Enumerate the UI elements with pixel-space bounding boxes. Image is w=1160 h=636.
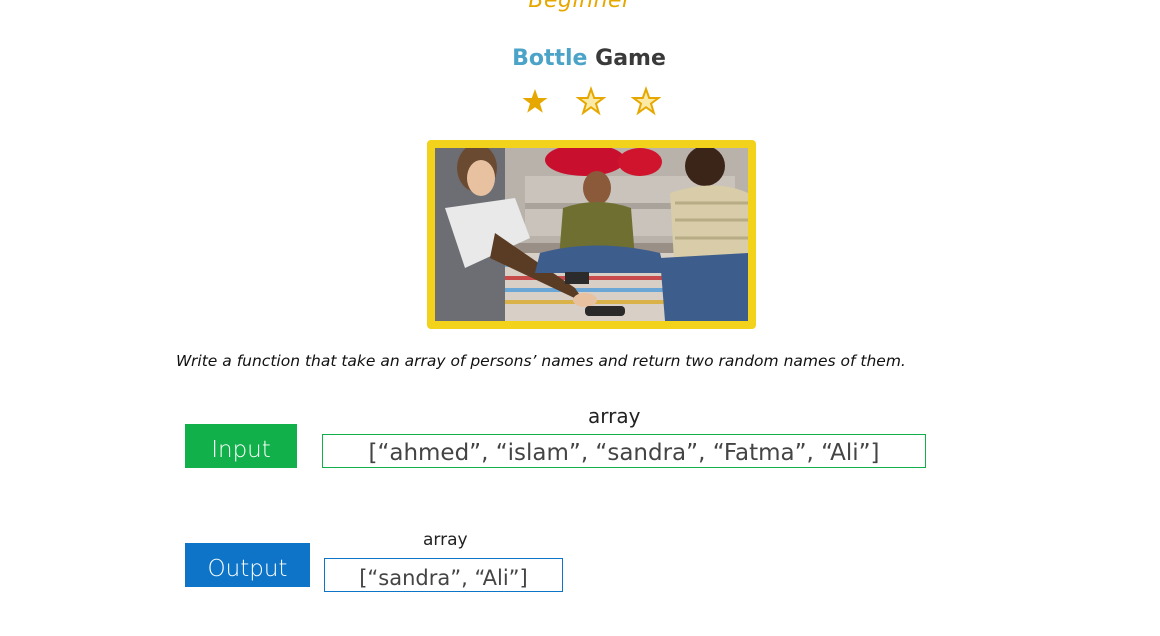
exercise-title: Bottle Game	[0, 46, 1160, 71]
photo-people-playing-bottle-game	[435, 148, 748, 321]
input-type-label: array	[588, 404, 641, 428]
star-outline-icon	[631, 86, 661, 116]
output-value-box: [“sandra”, “Ali”]	[324, 558, 563, 592]
output-type-label: array	[423, 530, 468, 550]
input-label: Input	[185, 424, 297, 468]
task-description: Write a function that take an array of p…	[176, 352, 906, 370]
exercise-title-part1: Bottle	[512, 46, 588, 71]
input-value-box: [“ahmed”, “islam”, “sandra”, “Fatma”, “A…	[322, 434, 926, 468]
exercise-title-part2: Game	[595, 46, 666, 71]
game-photo	[427, 140, 756, 329]
output-label: Output	[185, 543, 310, 587]
star-outline-icon	[576, 86, 606, 116]
level-title: Beginner	[528, 0, 632, 13]
star-filled-icon	[522, 89, 548, 113]
